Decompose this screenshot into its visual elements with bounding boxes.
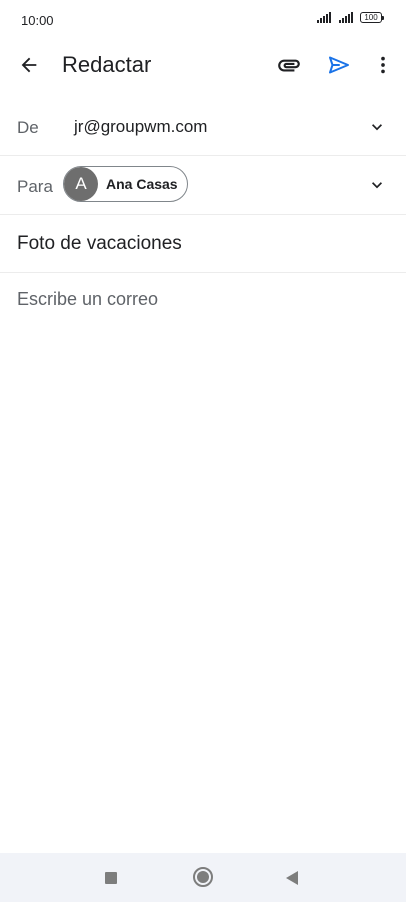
app-bar: Redactar	[0, 40, 406, 90]
more-options-button[interactable]	[368, 50, 398, 80]
avatar: A	[64, 167, 98, 201]
status-bar: 10:00 100	[0, 0, 406, 40]
recents-square-icon[interactable]	[105, 872, 117, 884]
signal-icon	[339, 12, 353, 23]
battery-level: 100	[364, 13, 378, 22]
battery-icon: 100	[360, 12, 384, 23]
page-title: Redactar	[62, 52, 152, 77]
recipient-chip[interactable]: A Ana Casas	[63, 166, 188, 202]
to-expand-button[interactable]	[366, 174, 388, 196]
chevron-down-icon	[372, 182, 382, 189]
from-row: De jr@groupwm.com	[0, 98, 406, 156]
back-triangle-icon[interactable]	[286, 871, 298, 885]
to-label: Para	[17, 177, 53, 196]
system-nav-bar	[0, 853, 406, 902]
subject-field[interactable]: Foto de vacaciones	[17, 233, 182, 255]
subject-row[interactable]: Foto de vacaciones	[0, 215, 406, 273]
recipient-name: Ana Casas	[106, 176, 178, 192]
signal-icon	[317, 12, 331, 23]
attach-button[interactable]	[274, 50, 304, 80]
to-row: Para A Ana Casas	[0, 156, 406, 215]
back-button[interactable]	[14, 50, 44, 80]
status-time: 10:00	[21, 13, 54, 28]
status-icons: 100	[317, 12, 384, 23]
more-vert-icon	[381, 56, 385, 74]
send-button[interactable]	[324, 50, 354, 80]
from-expand-button[interactable]	[366, 116, 388, 138]
attach-icon	[278, 59, 300, 72]
from-label: De	[17, 118, 39, 137]
home-circle-icon[interactable]	[193, 867, 213, 887]
send-icon	[329, 56, 349, 74]
from-account-value[interactable]: jr@groupwm.com	[74, 117, 207, 137]
back-arrow-icon	[21, 57, 37, 73]
chevron-down-icon	[372, 124, 382, 131]
body-input[interactable]: Escribe un correo	[17, 289, 158, 310]
